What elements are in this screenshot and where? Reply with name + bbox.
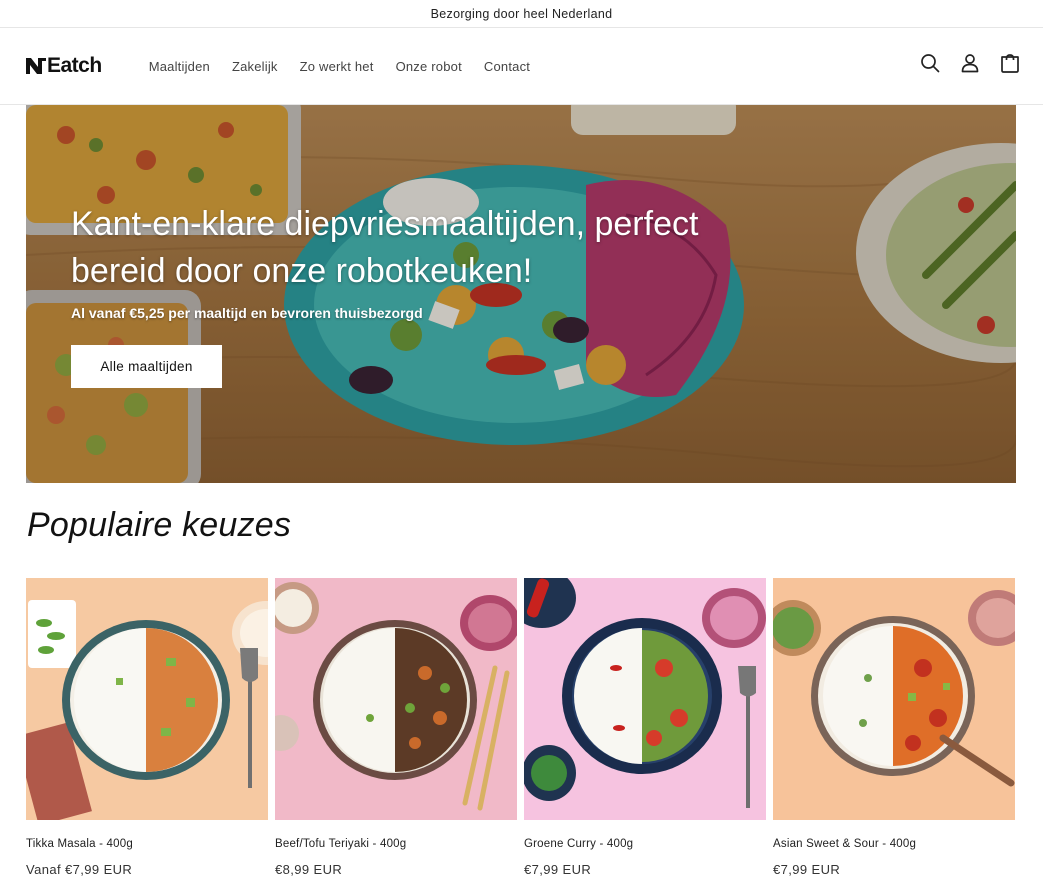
product-price: €8,99 EUR xyxy=(275,862,343,877)
product-card[interactable]: Groene Curry - 400g €7,99 EUR xyxy=(524,578,766,877)
main-nav: Maaltijden Zakelijk Zo werkt het Onze ro… xyxy=(138,59,541,74)
logo-text: Eatch xyxy=(47,54,102,77)
hero-subtitle: Al vanaf €5,25 per maaltijd en bevroren … xyxy=(71,305,423,321)
site-header: Eatch Maaltijden Zakelijk Zo werkt het O… xyxy=(0,28,1043,105)
product-card[interactable]: Tikka Masala - 400g Vanaf €7,99 EUR xyxy=(26,578,268,877)
nav-item-zo-werkt-het[interactable]: Zo werkt het xyxy=(289,59,385,74)
hero-title: Kant-en-klare diepvriesmaaltijden, perfe… xyxy=(71,205,699,290)
search-icon[interactable] xyxy=(919,52,941,74)
announcement-bar: Bezorging door heel Nederland xyxy=(0,0,1043,28)
product-price: Vanaf €7,99 EUR xyxy=(26,862,133,877)
all-meals-button[interactable]: Alle maaltijden xyxy=(71,345,222,388)
nav-item-onze-robot[interactable]: Onze robot xyxy=(385,59,473,74)
product-name[interactable]: Tikka Masala - 400g xyxy=(26,838,268,850)
logo-mark-icon xyxy=(26,58,46,74)
cart-icon[interactable] xyxy=(999,52,1021,74)
logo[interactable]: Eatch xyxy=(26,54,102,78)
account-icon[interactable] xyxy=(959,52,981,74)
product-name[interactable]: Asian Sweet & Sour - 400g xyxy=(773,838,1015,850)
nav-item-maaltijden[interactable]: Maaltijden xyxy=(138,59,221,74)
announcement-text: Bezorging door heel Nederland xyxy=(430,6,613,21)
product-name[interactable]: Beef/Tofu Teriyaki - 400g xyxy=(275,838,517,850)
hero-banner: Kant-en-klare diepvriesmaaltijden, perfe… xyxy=(26,105,1016,483)
product-price: €7,99 EUR xyxy=(524,862,592,877)
product-image[interactable] xyxy=(773,578,1015,820)
product-card[interactable]: Beef/Tofu Teriyaki - 400g €8,99 EUR xyxy=(275,578,517,877)
product-grid: Tikka Masala - 400g Vanaf €7,99 EUR Beef… xyxy=(26,578,1015,877)
product-image[interactable] xyxy=(26,578,268,820)
product-price: €7,99 EUR xyxy=(773,862,841,877)
product-image[interactable] xyxy=(524,578,766,820)
nav-item-contact[interactable]: Contact xyxy=(473,59,541,74)
product-name[interactable]: Groene Curry - 400g xyxy=(524,838,766,850)
product-card[interactable]: Asian Sweet & Sour - 400g €7,99 EUR xyxy=(773,578,1015,877)
nav-item-zakelijk[interactable]: Zakelijk xyxy=(221,59,289,74)
section-title: Populaire keuzes xyxy=(27,506,292,544)
product-image[interactable] xyxy=(275,578,517,820)
